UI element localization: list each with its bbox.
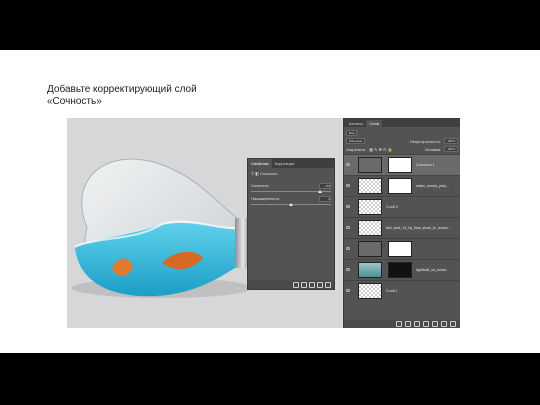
- layer-row-water[interactable]: water_aurora_poly...: [344, 175, 460, 196]
- tab-adjustments[interactable]: Коррекция: [272, 161, 298, 166]
- view-previous-icon[interactable]: [301, 281, 307, 288]
- layer-thumbnail: [358, 241, 382, 257]
- layer-thumbnail: [358, 178, 382, 194]
- saturation-slider-handle[interactable]: [289, 203, 293, 206]
- saturation-value-field[interactable]: 0: [319, 196, 331, 202]
- lock-icons[interactable]: ▦ ✎ ✥ ⊡ 🔒: [369, 147, 392, 152]
- fx-icon[interactable]: [405, 321, 411, 327]
- properties-footer: [248, 280, 334, 289]
- vibrance-slider-handle[interactable]: [318, 190, 322, 193]
- layer-name: fish_tank_13_by_fiwa_stock_fc_remov...: [386, 226, 451, 230]
- properties-tabs: Свойства Коррекция: [248, 159, 334, 168]
- eye-icon[interactable]: [346, 268, 350, 271]
- tab-channels[interactable]: Каналы: [346, 120, 366, 127]
- layer-thumbnail: [358, 199, 382, 215]
- photoshop-screenshot: Свойства Коррекция ▽ ◧ Сочность Сочность…: [67, 118, 460, 328]
- layer-mask-thumbnail[interactable]: [388, 157, 412, 173]
- layer-thumbnail: [358, 157, 382, 173]
- layer-thumbnail: [358, 220, 382, 236]
- layers-panel: Каналы Слои Вид Обычные Непрозрачность: …: [343, 118, 460, 328]
- eye-icon[interactable]: [346, 205, 350, 208]
- new-layer-icon[interactable]: [441, 321, 447, 327]
- layer-name: Слой 3: [386, 205, 398, 209]
- eye-icon[interactable]: [346, 163, 350, 166]
- layer-name: Слой 1: [386, 289, 398, 293]
- tab-properties[interactable]: Свойства: [248, 159, 272, 168]
- visibility-icon[interactable]: [317, 281, 323, 288]
- opacity-field[interactable]: 100%: [444, 138, 458, 144]
- folder-icon[interactable]: [432, 321, 438, 327]
- layer-row-3[interactable]: Слой 3: [344, 196, 460, 217]
- adjustment-layer-icon[interactable]: [423, 321, 429, 327]
- layer-row-vibrance[interactable]: Сочность 1: [344, 154, 460, 175]
- adjustment-title: ▽ ◧ Сочность: [251, 171, 278, 176]
- tab-layers[interactable]: Слои: [366, 120, 382, 127]
- blend-mode-select[interactable]: Обычные: [346, 138, 366, 144]
- blend-row: Обычные Непрозрачность: 100%: [346, 138, 458, 144]
- trash-icon[interactable]: [325, 281, 331, 288]
- eye-icon[interactable]: [346, 184, 350, 187]
- layer-mask-thumbnail[interactable]: [388, 241, 412, 257]
- reset-icon[interactable]: [309, 281, 315, 288]
- lock-row: Закрепить: ▦ ✎ ✥ ⊡ 🔒 Заливка: 100%: [346, 146, 458, 152]
- opacity-label: Непрозрачность:: [409, 138, 442, 144]
- slide: Добавьте корректирующий слой «Сочность»: [0, 50, 540, 353]
- vibrance-label: Сочность:: [251, 183, 270, 188]
- vibrance-icon: ▽ ◧: [251, 171, 259, 176]
- layer-filter-row: Вид: [346, 130, 458, 136]
- eye-icon[interactable]: [346, 247, 350, 250]
- layer-row-lightbulb[interactable]: lightbulb_on_isolat...: [344, 259, 460, 280]
- layers-tabs: Каналы Слои: [344, 118, 460, 127]
- link-icon[interactable]: [396, 321, 402, 327]
- saturation-label: Насыщенность:: [251, 196, 281, 201]
- vibrance-value-field[interactable]: +50: [319, 183, 331, 189]
- adjustment-name: Сочность: [260, 171, 278, 176]
- fill-field[interactable]: 100%: [444, 146, 458, 152]
- eye-icon[interactable]: [346, 226, 350, 229]
- fill-label: Заливка:: [424, 146, 442, 152]
- layer-row-adjustment[interactable]: [344, 238, 460, 259]
- lock-label: Закрепить:: [346, 146, 367, 152]
- layer-name: water_aurora_poly...: [416, 184, 449, 188]
- layer-row-fish[interactable]: fish_tank_13_by_fiwa_stock_fc_remov...: [344, 217, 460, 238]
- properties-panel: Свойства Коррекция ▽ ◧ Сочность Сочность…: [247, 158, 335, 290]
- layer-mask-thumbnail[interactable]: [388, 262, 412, 278]
- layer-name: Сочность 1: [416, 163, 435, 167]
- slide-caption: Добавьте корректирующий слой «Сочность»: [47, 84, 197, 107]
- clip-icon[interactable]: [293, 281, 299, 288]
- trash-icon[interactable]: [450, 321, 456, 327]
- layer-mask-thumbnail[interactable]: [388, 178, 412, 194]
- layer-thumbnail: [358, 262, 382, 278]
- layer-thumbnail: [358, 283, 382, 299]
- layer-name: lightbulb_on_isolat...: [416, 268, 449, 272]
- layers-footer: [344, 320, 460, 328]
- add-mask-icon[interactable]: [414, 321, 420, 327]
- lightbulb-image: [72, 158, 261, 298]
- eye-icon[interactable]: [346, 289, 350, 292]
- kind-filter-select[interactable]: Вид: [346, 130, 358, 136]
- layer-row-1[interactable]: Слой 1: [344, 280, 460, 301]
